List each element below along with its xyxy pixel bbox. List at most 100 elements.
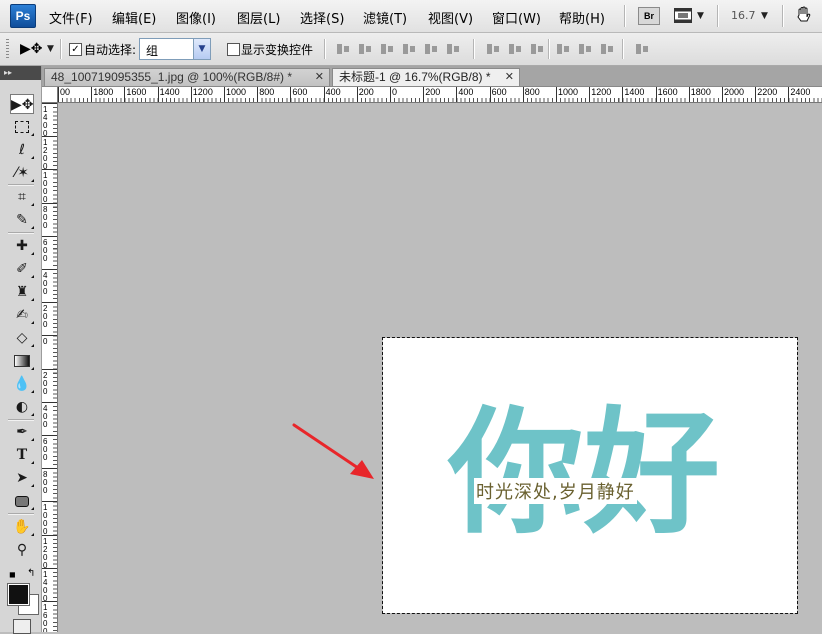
ruler-major-tick — [42, 435, 57, 436]
align-left-icon[interactable] — [402, 42, 416, 56]
screen-mode-icon[interactable] — [674, 8, 692, 23]
align-hcenter-icon[interactable] — [424, 42, 438, 56]
distribute-hcenter-icon[interactable] — [578, 42, 592, 56]
brush-tool-icon[interactable]: ✐ — [10, 259, 34, 279]
ruler-major-tick — [42, 401, 57, 403]
menu-help[interactable]: 帮助(H) — [559, 8, 605, 27]
menu-filter[interactable]: 滤镜(T) — [363, 8, 407, 27]
options-bar: ▶✥ ▼ ✓ 自动选择: 组 ▼ 显示变换控件 — [0, 33, 822, 66]
align-top-icon[interactable] — [336, 42, 350, 56]
hand-icon[interactable] — [795, 6, 813, 24]
ruler-major-tick — [456, 87, 458, 102]
options-separator — [324, 39, 326, 59]
zoom-level[interactable]: 16.7 — [731, 9, 756, 22]
auto-align-layers-icon[interactable] — [635, 42, 649, 56]
ruler-label: 200 — [425, 87, 441, 97]
eraser-tool-icon[interactable]: ◇ — [10, 328, 34, 348]
chevron-down-icon[interactable]: ▼ — [697, 11, 704, 21]
menu-file[interactable]: 文件(F) — [49, 8, 93, 27]
ruler-major-tick — [124, 87, 126, 102]
canvas-char-ni[interactable]: 你 — [448, 406, 584, 542]
vertical-ruler[interactable]: 1400120010008006004002000200400600800100… — [42, 103, 58, 632]
ruler-label: 400 — [458, 87, 474, 97]
path-selection-icon[interactable]: ➤ — [10, 468, 34, 488]
show-transform-checkbox[interactable] — [227, 43, 240, 56]
distribute-bottom-icon[interactable] — [530, 42, 544, 56]
clone-stamp-icon[interactable]: ♜ — [10, 282, 34, 302]
align-vcenter-icon[interactable] — [358, 42, 372, 56]
ruler-label: 1400 — [159, 87, 180, 97]
shape-tool-icon[interactable] — [10, 491, 34, 511]
toolbox-collapse-icon[interactable]: ▸▸ — [0, 66, 41, 80]
chevron-down-icon[interactable]: ▼ — [47, 44, 54, 54]
auto-select-checkbox[interactable]: ✓ — [69, 43, 82, 56]
healing-brush-icon[interactable]: ✚ — [10, 236, 34, 256]
magic-wand-icon[interactable]: ⁄✶ — [10, 163, 34, 183]
default-colors-icon[interactable]: ◼ — [9, 570, 16, 579]
canvas-char-hao[interactable]: 好 — [584, 406, 720, 542]
tab-document-2[interactable]: 未标题-1 @ 16.7%(RGB/8) * ✕ — [332, 68, 520, 86]
bridge-icon[interactable]: Br — [638, 7, 660, 25]
ruler-label: 0 — [392, 87, 398, 97]
move-tool-preset-icon[interactable]: ▶✥ — [20, 41, 43, 57]
ruler-origin[interactable] — [42, 87, 58, 103]
align-bottom-icon[interactable] — [380, 42, 394, 56]
ruler-label: 1400 — [624, 87, 645, 97]
menu-window[interactable]: 窗口(W) — [492, 8, 541, 27]
lasso-tool-icon[interactable]: ℓ — [10, 140, 34, 160]
toolbox-separator — [8, 184, 34, 186]
menu-select[interactable]: 选择(S) — [300, 8, 344, 27]
close-icon[interactable]: ✕ — [505, 69, 514, 86]
distribute-left-icon[interactable] — [556, 42, 570, 56]
ruler-label: 600 — [292, 87, 308, 97]
document-tab-bar: 48_100719095355_1.jpg @ 100%(RGB/8#) * ✕… — [42, 66, 822, 87]
auto-select-dropdown[interactable]: 组 ▼ — [139, 38, 211, 60]
ruler-major-tick — [323, 87, 325, 102]
ruler-label: 800 — [259, 87, 275, 97]
ruler-label-digit: 0 — [43, 486, 48, 496]
menu-image[interactable]: 图像(I) — [176, 8, 216, 27]
ruler-major-tick — [42, 567, 57, 569]
ruler-major-tick — [290, 87, 292, 102]
ruler-major-tick — [157, 87, 159, 102]
pen-tool-icon[interactable]: ✒ — [10, 422, 34, 442]
ruler-major-tick — [489, 87, 491, 102]
distribute-right-icon[interactable] — [600, 42, 614, 56]
eyedropper-tool-icon[interactable]: ✎ — [10, 210, 34, 230]
gradient-tool-icon[interactable] — [10, 351, 34, 371]
toolbox-separator — [8, 232, 34, 234]
close-icon[interactable]: ✕ — [315, 69, 324, 86]
chevron-down-icon[interactable]: ▼ — [193, 39, 210, 59]
marquee-tool-icon[interactable] — [10, 117, 34, 137]
toolbox-separator — [8, 419, 34, 421]
type-tool-icon[interactable]: T — [10, 445, 34, 465]
chevron-down-icon[interactable]: ▼ — [761, 11, 768, 21]
distribute-top-icon[interactable] — [486, 42, 500, 56]
hand-tool-icon[interactable]: ✋ — [10, 517, 34, 537]
ruler-major-tick — [42, 202, 57, 204]
align-right-icon[interactable] — [446, 42, 460, 56]
swap-colors-icon[interactable]: ↰ — [27, 568, 35, 579]
dodge-tool-icon[interactable]: ◐ — [10, 397, 34, 417]
blur-tool-icon[interactable]: 💧 — [10, 374, 34, 394]
zoom-tool-icon[interactable]: ⚲ — [10, 540, 34, 560]
canvas-subtitle[interactable]: 时光深处,岁月静好 — [474, 478, 637, 504]
history-brush-icon[interactable]: ✍ — [10, 305, 34, 325]
foreground-color-swatch[interactable] — [8, 584, 29, 605]
ruler-major-tick — [42, 103, 57, 104]
options-grip[interactable] — [6, 39, 9, 59]
distribute-vcenter-icon[interactable] — [508, 42, 522, 56]
ruler-label: 1000 — [558, 87, 579, 97]
ruler-label: 2200 — [757, 87, 778, 97]
menu-view[interactable]: 视图(V) — [428, 8, 473, 27]
crop-tool-icon[interactable]: ⌗ — [10, 187, 34, 207]
distribute-horizontal-buttons — [556, 42, 614, 56]
menu-layer[interactable]: 图层(L) — [237, 8, 280, 27]
menu-edit[interactable]: 编辑(E) — [112, 8, 156, 27]
horizontal-ruler[interactable]: 00 1800 1600 1400 1200 1000 800 600 400 200 0 200 40… — [58, 87, 822, 103]
tab-document-1[interactable]: 48_100719095355_1.jpg @ 100%(RGB/8#) * ✕ — [44, 68, 330, 86]
ruler-label-digit: 0 — [43, 287, 48, 296]
photoshop-logo[interactable]: Ps — [10, 4, 36, 28]
ruler-major-tick — [755, 87, 757, 102]
move-tool-icon[interactable]: ▶✥ — [10, 94, 34, 114]
